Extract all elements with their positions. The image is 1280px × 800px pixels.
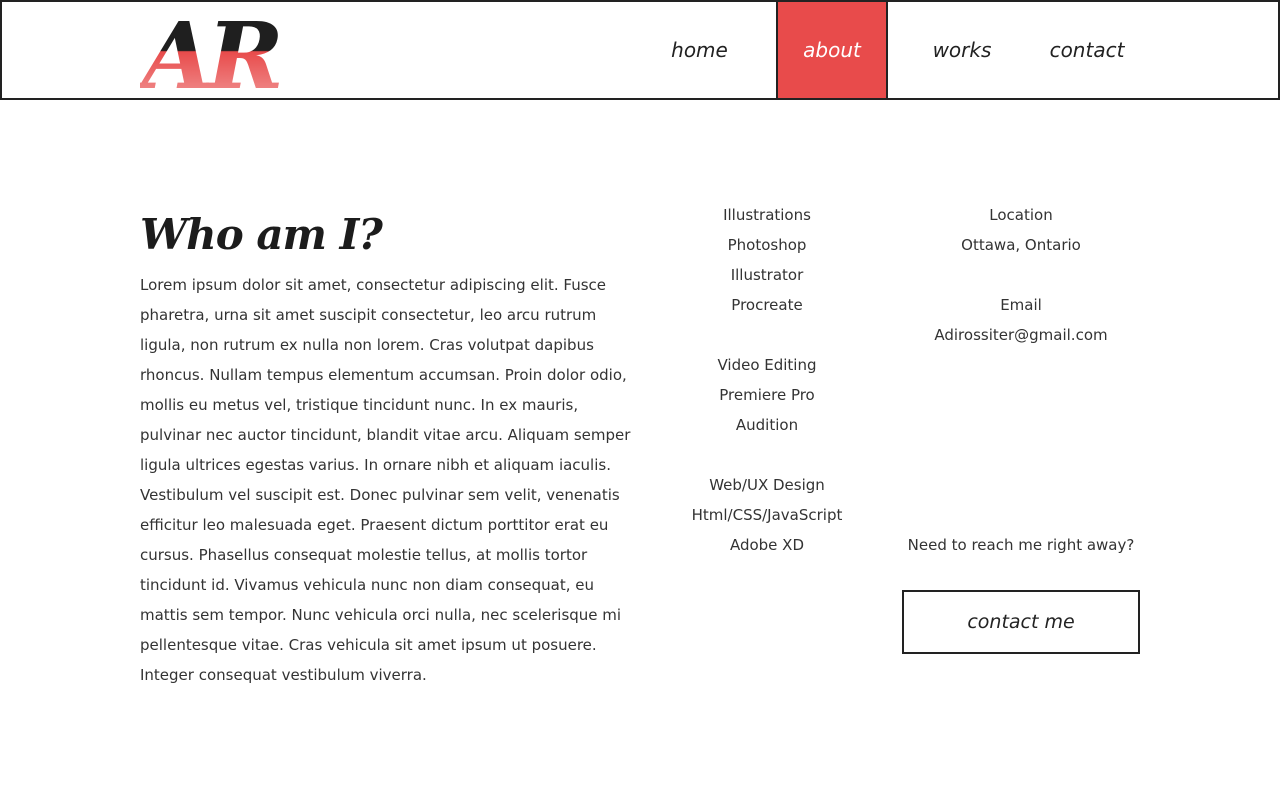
email-label: Email	[1000, 296, 1042, 314]
nav-contact[interactable]: contact	[1038, 2, 1136, 98]
page-title: Who am I?	[140, 210, 383, 259]
intro-paragraph: Lorem ipsum dolor sit amet, consectetur …	[140, 276, 631, 684]
skill-group-illustration: Illustrations Photoshop Illustrator Proc…	[667, 200, 867, 320]
nav-works[interactable]: works	[912, 2, 1012, 98]
skill-item: Html/CSS/JavaScript	[691, 506, 843, 524]
skill-item: Illustrations	[723, 206, 811, 224]
nav-about[interactable]: about	[776, 2, 888, 98]
contact-me-button[interactable]: contact me	[902, 590, 1140, 654]
skill-item: Photoshop	[727, 236, 807, 254]
skill-group-web: Web/UX Design Html/CSS/JavaScript Adobe …	[667, 470, 867, 560]
skill-item: Web/UX Design	[709, 476, 825, 494]
logo[interactable]: AR	[140, 10, 300, 94]
location-value: Ottawa, Ontario	[961, 236, 1081, 254]
skill-item: Audition	[735, 416, 799, 434]
skill-item: Video Editing	[717, 356, 817, 374]
logo-icon: AR	[140, 10, 285, 94]
nav-home[interactable]: home	[652, 2, 747, 98]
skill-item: Illustrator	[730, 266, 804, 284]
svg-text:AR: AR	[140, 10, 279, 94]
reach-prompt: Need to reach me right away?	[907, 536, 1135, 554]
skill-item: Adobe XD	[729, 536, 805, 554]
skill-group-video: Video Editing Premiere Pro Audition	[667, 350, 867, 440]
skills-list: Illustrations Photoshop Illustrator Proc…	[667, 200, 867, 590]
skill-item: Procreate	[731, 296, 803, 314]
skill-item: Premiere Pro	[719, 386, 815, 404]
email-value[interactable]: Adirossiter@gmail.com	[900, 320, 1142, 350]
email-block: Email Adirossiter@gmail.com	[900, 290, 1142, 350]
contact-info: Location Ottawa, Ontario Email Adirossit…	[900, 200, 1142, 380]
site-header: AR home about works contact	[0, 0, 1280, 100]
intro-section: Who am I? Lorem ipsum dolor sit amet, co…	[140, 208, 635, 690]
location-block: Location Ottawa, Ontario	[900, 200, 1142, 260]
location-label: Location	[989, 206, 1053, 224]
